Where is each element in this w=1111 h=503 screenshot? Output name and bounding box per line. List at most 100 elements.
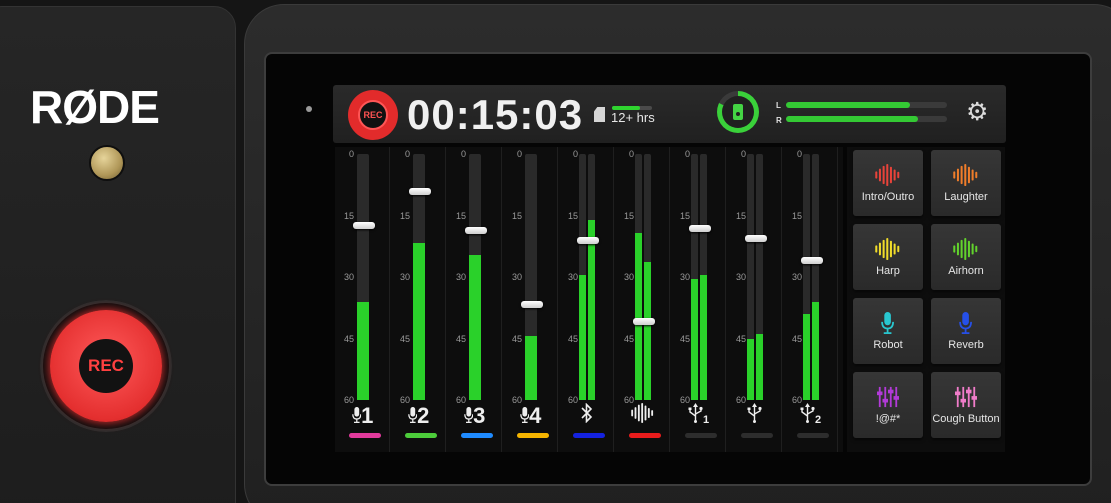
level-meter-fill — [803, 313, 810, 400]
channel-strip-usb-1: 0 15 30 45 60 1 — [671, 147, 726, 452]
output-level-ring[interactable] — [717, 91, 759, 133]
scale-label: 0 — [684, 149, 690, 159]
sound-pad[interactable]: Robot — [853, 298, 923, 364]
sound-pad-label: Robot — [873, 339, 903, 351]
scale-label: 0 — [516, 149, 522, 159]
channel-label-mic-1[interactable]: 1 — [335, 403, 390, 429]
mic-icon — [407, 407, 418, 428]
scale-label: 15 — [623, 210, 634, 221]
record-button[interactable]: REC — [348, 90, 398, 140]
right-meter-label: R — [776, 116, 782, 125]
scale-label: 15 — [399, 210, 410, 221]
mic-icon — [931, 312, 1001, 336]
channel-label-mic-4[interactable]: 4 — [503, 403, 558, 429]
scale-label: 45 — [399, 333, 410, 344]
sound-pad[interactable]: Cough Button — [931, 372, 1001, 438]
scale-label: 0 — [628, 149, 634, 159]
ambient-sensor — [306, 106, 312, 112]
scale-label: 30 — [791, 272, 802, 282]
usb-icon — [747, 403, 762, 428]
sound-pad[interactable]: Intro/Outro — [853, 150, 923, 216]
left-output-meter — [786, 102, 947, 108]
scale-label: 0 — [796, 149, 802, 159]
channel-color-bar — [685, 433, 717, 438]
level-meter-fill — [588, 220, 595, 400]
scale-label: 45 — [343, 333, 354, 344]
channel-color-bar — [349, 433, 381, 438]
channel-color-bar — [405, 433, 437, 438]
level-meter — [357, 154, 369, 400]
scale-label: 30 — [455, 272, 466, 282]
channel-label-mic-3[interactable]: 3 — [447, 403, 502, 429]
scale-label: 0 — [404, 149, 410, 159]
right-level-meter — [812, 154, 819, 400]
scale-label: 45 — [679, 333, 690, 344]
level-meter-fill — [812, 301, 819, 400]
channel-label-usb-2[interactable]: 2 — [783, 403, 838, 429]
channel-number: 3 — [473, 403, 486, 428]
scale-label: 0 — [348, 149, 354, 159]
right-meter-fill — [786, 116, 919, 122]
waveform-icon — [931, 238, 1001, 262]
sd-card-icon — [594, 107, 605, 122]
scale-label: 30 — [567, 272, 578, 282]
fader-knob-mic-1[interactable] — [353, 222, 375, 230]
sound-pad-label: Intro/Outro — [861, 191, 915, 203]
fader-knob-usb-chat[interactable] — [745, 234, 767, 242]
scale-label: 30 — [623, 272, 634, 282]
channel-label-sound-pads[interactable] — [615, 403, 670, 429]
channel-label-usb-1[interactable]: 1 — [671, 403, 726, 429]
sound-pad-label: !@#* — [875, 413, 901, 425]
scale-label: 45 — [511, 333, 522, 344]
sound-pad[interactable]: Reverb — [931, 298, 1001, 364]
sound-pad[interactable]: !@#* — [853, 372, 923, 438]
channel-label-mic-2[interactable]: 2 — [391, 403, 446, 429]
recording-timer: 00:15:03 — [407, 91, 584, 138]
scale-label: 30 — [679, 272, 690, 282]
fader-knob-mic-3[interactable] — [465, 227, 487, 235]
channel-strip-mic-1: 0 15 30 45 60 1 — [335, 147, 390, 452]
waveform-icon — [853, 238, 923, 262]
channel-number: 2 — [814, 414, 822, 426]
brand-logo: RØDE — [30, 81, 160, 133]
mic-icon — [853, 312, 923, 336]
channel-number: 1 — [702, 414, 710, 426]
sound-pad[interactable]: Airhorn — [931, 224, 1001, 290]
fader-knob-mic-4[interactable] — [521, 301, 543, 309]
scale-label: 0 — [572, 149, 578, 159]
scale-label: 45 — [567, 333, 578, 344]
scale-label: 45 — [623, 333, 634, 344]
sound-pad[interactable]: Laughter — [931, 150, 1001, 216]
scale-label: 30 — [343, 272, 354, 282]
right-level-meter — [700, 154, 707, 400]
fader-knob-sound-pads[interactable] — [633, 318, 655, 326]
right-output-meter — [786, 116, 947, 122]
scale-label: 15 — [455, 210, 466, 221]
channel-strip-sound-pads: 0 15 30 45 60 — [615, 147, 670, 452]
level-meter-fill — [691, 279, 698, 400]
level-meter-fill — [747, 338, 754, 400]
fader-knob-mic-2[interactable] — [409, 187, 431, 195]
channel-number: 4 — [529, 403, 542, 428]
channel-color-bar — [741, 433, 773, 438]
bluetooth-icon — [580, 402, 593, 428]
scale-label: 0 — [740, 149, 746, 159]
fader-knob-usb-1[interactable] — [689, 224, 711, 232]
gear-icon[interactable]: ⚙ — [966, 100, 988, 125]
level-meter — [469, 154, 481, 400]
scale-label: 15 — [567, 210, 578, 221]
sound-pad-label: Airhorn — [948, 265, 984, 277]
sound-pad[interactable]: Harp — [853, 224, 923, 290]
fader-knob-bluetooth[interactable] — [577, 237, 599, 245]
channel-number: 2 — [417, 403, 430, 428]
scale-label: 15 — [511, 210, 522, 221]
sliders-icon — [931, 386, 1001, 410]
channel-strip-mic-4: 0 15 30 45 60 4 — [503, 147, 558, 452]
channel-color-bar — [517, 433, 549, 438]
left-meter-fill — [786, 102, 910, 108]
channel-label-bluetooth[interactable] — [559, 402, 614, 429]
channel-color-bar — [573, 433, 605, 438]
fader-knob-usb-2[interactable] — [801, 256, 823, 264]
right-level-meter — [644, 154, 651, 400]
channel-label-usb-chat[interactable] — [727, 403, 782, 429]
